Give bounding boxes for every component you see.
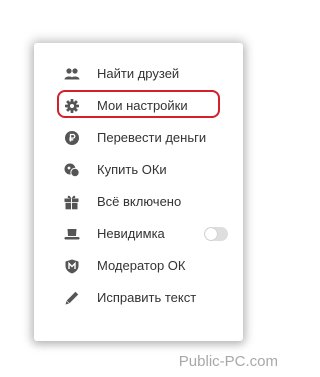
menu-item-label: Невидимка bbox=[97, 226, 165, 241]
invisible-toggle[interactable] bbox=[204, 227, 228, 241]
menu-item-invisible[interactable]: Невидимка bbox=[34, 218, 243, 250]
ruble-coin-icon bbox=[64, 130, 80, 146]
menu-item-find-friends[interactable]: Найти друзей bbox=[34, 58, 243, 90]
friends-icon bbox=[64, 66, 80, 82]
menu-item-label: Перевести деньги bbox=[97, 130, 207, 145]
moderator-shield-icon bbox=[64, 258, 80, 274]
menu-item-my-settings[interactable]: Мои настройки bbox=[34, 90, 243, 122]
menu-item-label: Всё включено bbox=[97, 194, 182, 209]
menu-item-label: Исправить текст bbox=[97, 290, 197, 305]
menu-item-label: Купить ОКи bbox=[97, 162, 167, 177]
menu-item-moderator[interactable]: Модератор ОК bbox=[34, 250, 243, 282]
watermark: Public-PC.com bbox=[178, 353, 278, 370]
gear-icon bbox=[64, 98, 80, 114]
gift-icon bbox=[64, 194, 80, 210]
menu-item-label: Модератор ОК bbox=[97, 258, 186, 273]
menu-list: Найти друзей Мои настройки Перевести ден… bbox=[34, 58, 243, 314]
ok-coins-icon bbox=[64, 162, 80, 178]
pencil-icon bbox=[64, 290, 80, 306]
invisible-hat-icon bbox=[64, 226, 80, 242]
toggle-knob bbox=[205, 228, 217, 240]
settings-menu-card: Найти друзей Мои настройки Перевести ден… bbox=[34, 43, 243, 341]
menu-item-label: Мои настройки bbox=[97, 98, 188, 113]
menu-item-label: Найти друзей bbox=[97, 66, 180, 81]
menu-item-transfer-money[interactable]: Перевести деньги bbox=[34, 122, 243, 154]
menu-item-all-inclusive[interactable]: Всё включено bbox=[34, 186, 243, 218]
menu-item-buy-ok[interactable]: Купить ОКи bbox=[34, 154, 243, 186]
menu-item-fix-text[interactable]: Исправить текст bbox=[34, 282, 243, 314]
